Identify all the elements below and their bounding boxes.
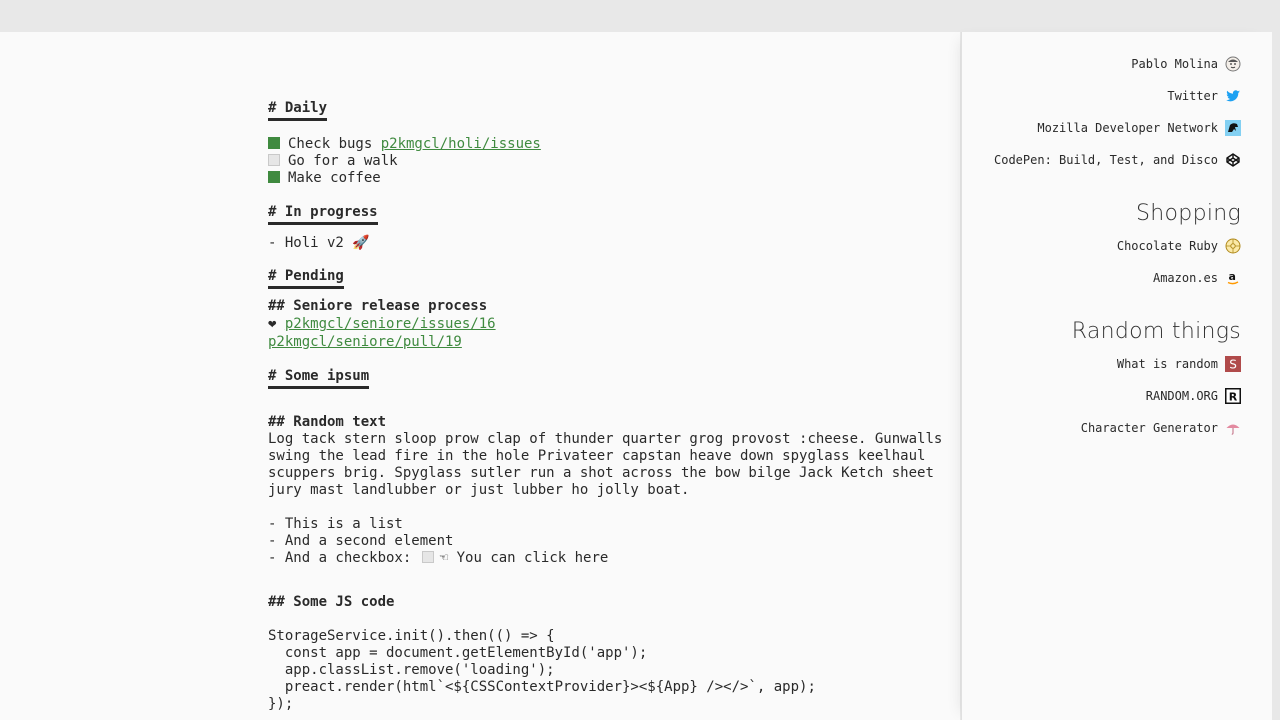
daily-heading: # Daily [268, 100, 328, 121]
daily-item: Check bugs p2kmgcl/holi/issues [268, 136, 928, 153]
chocolate-icon [1225, 238, 1241, 254]
link-chocolate-ruby[interactable]: Chocolate Ruby [1117, 238, 1241, 254]
link-mdn[interactable]: Mozilla Developer Network [1037, 120, 1241, 136]
code-line: preact.render(html`<${CSSContextProvider… [268, 679, 816, 695]
list-item: - And a checkbox: ☜ You can click here [268, 550, 609, 566]
seniore-issue-link[interactable]: p2kmgcl/seniore/issues/16 [285, 316, 496, 332]
checkbox-checked[interactable] [268, 137, 280, 149]
codepen-cube-icon [1225, 152, 1241, 168]
paragraph-line: Log tack stern sloop prow clap of thunde… [268, 431, 943, 447]
svg-text:a: a [1229, 270, 1236, 283]
paragraph-line: swing the lead fire in the hole Privatee… [268, 448, 926, 464]
code-line: app.classList.remove('loading'); [268, 662, 555, 678]
link-random-org[interactable]: RANDOM.ORG R [1146, 388, 1241, 404]
links-sidebar: Pablo Molina Twitter Mozilla Developer N… [961, 32, 1273, 720]
window-edge [1272, 32, 1280, 720]
svg-text:R: R [1229, 391, 1238, 404]
link-twitter[interactable]: Twitter [1167, 88, 1241, 104]
link-what-is-random[interactable]: What is random S [1117, 356, 1241, 372]
editor-pane[interactable]: # Daily Check bugs p2kmgcl/holi/issues G… [0, 32, 960, 720]
code-line: }); [268, 696, 294, 712]
markdown-editor[interactable]: # Daily Check bugs p2kmgcl/holi/issues G… [268, 100, 943, 713]
seniore-links-line: ❤ p2kmgcl/seniore/issues/16 [268, 316, 928, 334]
twitter-bird-icon [1225, 88, 1241, 104]
pointing-hand-icon: ☜ [439, 550, 449, 566]
s-square-icon: S [1225, 356, 1241, 372]
in-progress-item: - Holi v2 🚀 [268, 235, 370, 251]
list-item: - And a second element [268, 533, 454, 549]
r-square-icon: R [1225, 388, 1241, 404]
mdn-dino-icon [1225, 120, 1241, 136]
paragraph-line: jury mast landlubber or just lubber ho j… [268, 482, 690, 498]
paragraph-line: scuppers brig. Spyglass sutler run a sho… [268, 465, 934, 481]
svg-text:S: S [1229, 358, 1237, 372]
checkbox-checked[interactable] [268, 171, 280, 183]
list-item: - This is a list [268, 516, 403, 532]
shopping-title: Shopping [1136, 201, 1241, 226]
random-text-heading: ## Random text [268, 414, 387, 430]
in-progress-heading: # In progress [268, 204, 378, 225]
seniore-heading: ## Seniore release process [268, 298, 488, 314]
browser-top-bar [0, 0, 1280, 32]
avatar-face-icon [1225, 56, 1241, 72]
heart-icon: ❤ [268, 316, 277, 332]
pending-heading: # Pending [268, 268, 344, 289]
link-codepen[interactable]: CodePen: Build, Test, and Discov [994, 152, 1241, 168]
daily-item: Go for a walk [268, 153, 928, 170]
holi-issues-link[interactable]: p2kmgcl/holi/issues [381, 136, 541, 152]
checkbox-unchecked[interactable] [421, 551, 434, 563]
code-line: const app = document.getElementById('app… [268, 645, 648, 661]
umbrella-icon [1225, 420, 1241, 436]
amazon-icon: a [1225, 270, 1241, 286]
link-pablo-molina[interactable]: Pablo Molina [1131, 56, 1241, 72]
code-line: StorageService.init().then(() => { [268, 628, 555, 644]
seniore-pull-link[interactable]: p2kmgcl/seniore/pull/19 [268, 334, 462, 350]
random-things-title: Random things [1071, 319, 1241, 344]
link-character-generator[interactable]: Character Generator [1081, 420, 1241, 436]
link-amazon[interactable]: Amazon.es a [1153, 270, 1241, 286]
ipsum-heading: # Some ipsum [268, 368, 370, 389]
js-heading: ## Some JS code [268, 594, 395, 610]
checkbox-unchecked[interactable] [268, 154, 280, 166]
daily-item: Make coffee [268, 170, 928, 187]
